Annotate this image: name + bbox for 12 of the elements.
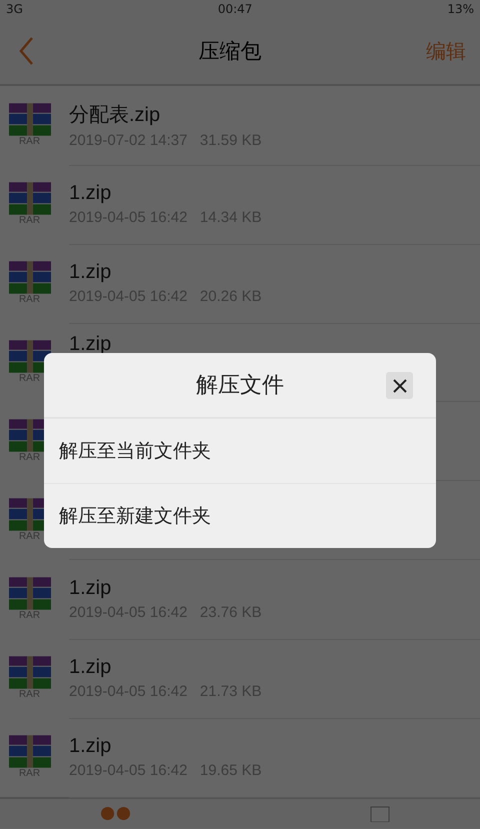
page-title: 压缩包 <box>198 38 262 65</box>
file-name: 1.zip <box>69 261 112 284</box>
clock: 00:47 <box>218 2 252 16</box>
file-name: 1.zip <box>69 333 112 356</box>
network-label: 3G <box>6 2 23 16</box>
battery-level: 13% <box>447 2 474 16</box>
file-name: 分配表.zip <box>69 103 162 128</box>
dialog-title: 解压文件 <box>196 372 284 400</box>
file-name: 1.zip <box>69 656 112 679</box>
file-name: 1.zip <box>69 735 112 758</box>
file-name: 1.zip <box>69 577 112 600</box>
file-name: 1.zip <box>69 182 112 205</box>
